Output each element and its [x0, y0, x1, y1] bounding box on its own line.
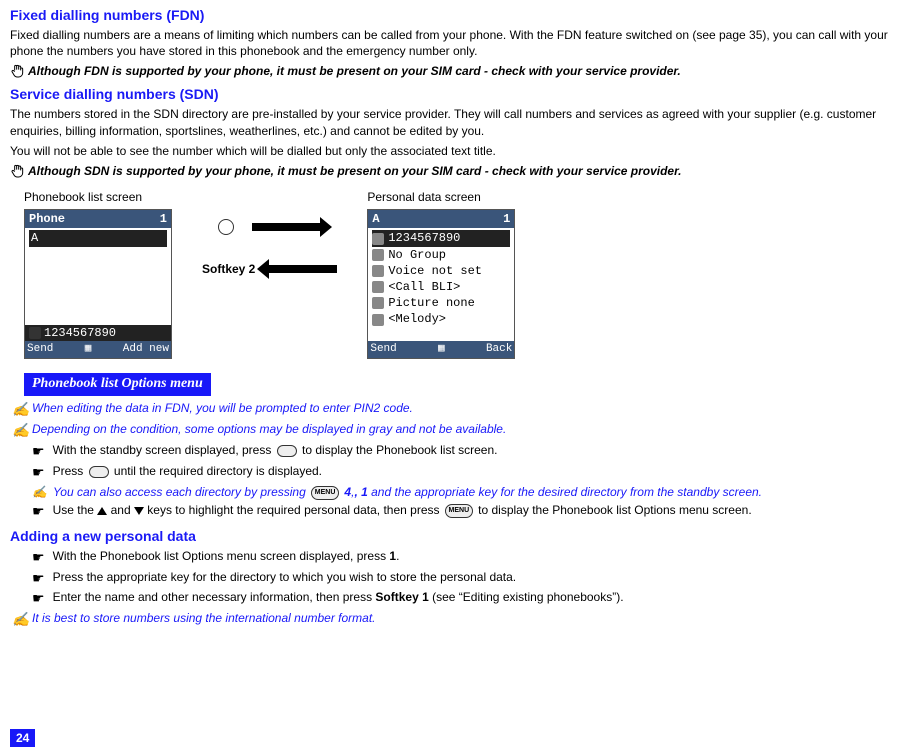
- detail-line-0: 1234567890: [388, 230, 460, 246]
- page-number-badge: 24: [10, 729, 35, 747]
- phone-icon: [372, 233, 384, 245]
- adding-info: ✍ It is best to store numbers using the …: [12, 610, 900, 629]
- fdn-note: Although FDN is supported by your phone,…: [10, 63, 900, 79]
- arrow-right-icon: [252, 223, 322, 231]
- add-step3-a: Enter the name and other necessary infor…: [53, 590, 376, 604]
- call-icon: [372, 281, 384, 293]
- fdn-note-text: Although FDN is supported by your phone,…: [28, 63, 681, 79]
- voice-icon: [372, 265, 384, 277]
- inner-a: You can also access each directory by pr…: [53, 485, 309, 499]
- hand-icon: [10, 63, 24, 77]
- right-softkey-back: Back: [486, 342, 512, 357]
- key-icon: [89, 466, 109, 478]
- add-step3-b: (see “Editing existing phonebooks”).: [429, 590, 624, 604]
- detail-line-5: <Melody>: [388, 311, 446, 327]
- step1-a: With the standby screen displayed, press: [53, 443, 275, 457]
- up-arrow-icon: [97, 507, 107, 515]
- hand-point-icon: ☛: [32, 589, 45, 608]
- step2-a: Press: [53, 464, 87, 478]
- right-softkey-send: Send: [370, 342, 396, 357]
- left-softkey-send: Send: [27, 342, 53, 357]
- right-screen-label: Personal data screen: [367, 189, 515, 205]
- fdn-heading: Fixed dialling numbers (FDN): [10, 6, 900, 25]
- left-screen-label: Phonebook list screen: [24, 189, 172, 205]
- left-softkey-addnew: Add new: [123, 342, 169, 357]
- sdn-note-text: Although SDN is supported by your phone,…: [28, 163, 681, 179]
- inner-c: , 1: [354, 485, 367, 499]
- info-directory-shortcut: ✍ You can also access each directory by …: [32, 484, 900, 500]
- menu-grid-icon: ▦: [438, 342, 445, 357]
- adding-step-1: ☛ With the Phonebook list Options menu s…: [32, 548, 900, 567]
- options-menu-bar: Phonebook list Options menu: [24, 373, 211, 396]
- right-header-left: A: [372, 211, 379, 227]
- left-header-right: 1: [160, 211, 167, 227]
- hand-point-icon: ☛: [32, 442, 45, 461]
- menu-key-icon: MENU: [311, 486, 339, 500]
- picture-icon: [372, 297, 384, 309]
- step2-b: until the required directory is displaye…: [111, 464, 322, 478]
- step3-b: and: [107, 503, 134, 517]
- menu-grid-icon: ▦: [85, 342, 92, 357]
- pointer-icon: ✍: [12, 610, 26, 629]
- softkey2-label: Softkey 2: [202, 261, 255, 277]
- add-step2: Press the appropriate key for the direct…: [53, 569, 517, 585]
- step1-b: to display the Phonebook list screen.: [299, 443, 498, 457]
- hand-point-icon: ☛: [32, 548, 45, 567]
- sdn-note: Although SDN is supported by your phone,…: [10, 163, 900, 179]
- left-header-left: Phone: [29, 211, 65, 227]
- step-1: ☛ With the standby screen displayed, pre…: [32, 442, 900, 461]
- inner-d: and the appropriate key for the desired …: [368, 485, 762, 499]
- arrows-column: Softkey 2: [202, 189, 337, 277]
- step-2: ☛ Press until the required directory is …: [32, 463, 900, 482]
- round-button-icon: [218, 219, 234, 235]
- step3-c: keys to highlight the required personal …: [144, 503, 443, 517]
- melody-icon: [372, 314, 384, 326]
- down-arrow-icon: [134, 507, 144, 515]
- detail-line-3: <Call BLI>: [388, 279, 460, 295]
- inner-b: 4: [341, 485, 351, 499]
- key-icon: [277, 445, 297, 457]
- add-step3-bold: Softkey 1: [375, 590, 428, 604]
- info-gray: ✍ Depending on the condition, some optio…: [12, 421, 900, 440]
- detail-line-1: No Group: [388, 247, 446, 263]
- personal-data-screen-block: Personal data screen A 1 1234567890 No G…: [367, 189, 515, 359]
- detail-line-4: Picture none: [388, 295, 474, 311]
- hand-icon: [10, 163, 24, 177]
- hand-point-icon: ☛: [32, 463, 45, 482]
- right-header-right: 1: [503, 211, 510, 227]
- fdn-body: Fixed dialling numbers are a means of li…: [10, 27, 900, 59]
- add-step1-a: With the Phonebook list Options menu scr…: [53, 549, 390, 563]
- step3-d: to display the Phonebook list Options me…: [475, 503, 752, 517]
- arrow-left-icon: [267, 265, 337, 273]
- pointer-icon: ✍: [32, 484, 47, 500]
- adding-info-text: It is best to store numbers using the in…: [32, 610, 376, 626]
- step-3: ☛ Use the and keys to highlight the requ…: [32, 502, 900, 521]
- sdn-body1: The numbers stored in the SDN directory …: [10, 106, 900, 138]
- adding-heading: Adding a new personal data: [10, 527, 900, 546]
- group-icon: [372, 249, 384, 261]
- hand-point-icon: ☛: [32, 569, 45, 588]
- sdn-body2: You will not be able to see the number w…: [10, 143, 900, 159]
- menu-key-icon: MENU: [445, 504, 473, 518]
- adding-step-2: ☛ Press the appropriate key for the dire…: [32, 569, 900, 588]
- phonebook-list-screen-block: Phonebook list screen Phone 1 A 12345678…: [24, 189, 172, 359]
- pointer-icon: ✍: [12, 400, 26, 419]
- step3-a: Use the: [53, 503, 98, 517]
- info-gray-text: Depending on the condition, some options…: [32, 421, 506, 437]
- left-list-entry: A: [29, 230, 167, 246]
- info-pin2-text: When editing the data in FDN, you will b…: [32, 400, 413, 416]
- pointer-icon: ✍: [12, 421, 26, 440]
- left-bottom-number: 1234567890: [44, 325, 116, 341]
- hand-point-icon: ☛: [32, 502, 45, 521]
- sim-icon: [29, 327, 41, 339]
- phonebook-list-screen: Phone 1 A 1234567890 Send ▦ Add new: [24, 209, 172, 359]
- screens-row: Phonebook list screen Phone 1 A 12345678…: [10, 183, 900, 369]
- add-step1-end: .: [396, 549, 399, 563]
- sdn-heading: Service dialling numbers (SDN): [10, 85, 900, 104]
- adding-step-3: ☛ Enter the name and other necessary inf…: [32, 589, 900, 608]
- detail-line-2: Voice not set: [388, 263, 482, 279]
- personal-data-screen: A 1 1234567890 No Group Voice not set <C…: [367, 209, 515, 359]
- info-pin2: ✍ When editing the data in FDN, you will…: [12, 400, 900, 419]
